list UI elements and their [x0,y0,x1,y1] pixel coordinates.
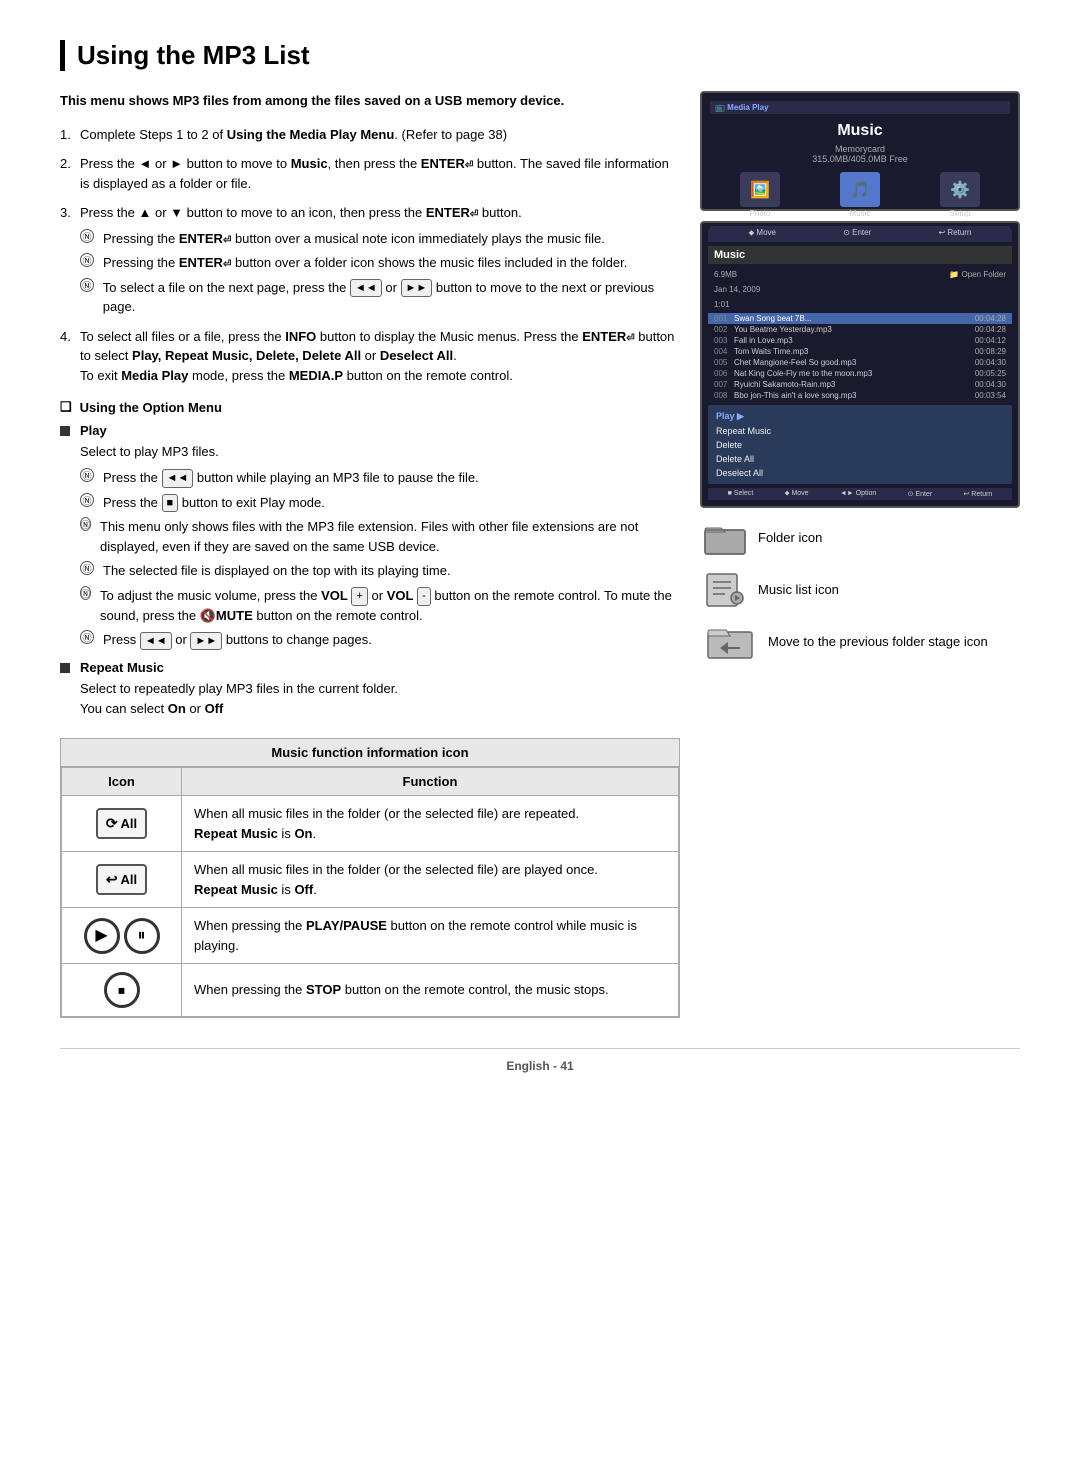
step3-note2: Ⓝ Pressing the ENTER⏎ button over a fold… [80,253,680,273]
tv-music-label: Music [850,209,871,218]
icon-cell-repeat-on: ⟳All [62,796,182,852]
ml-row-8: 008 Bbo jon-This ain't a love song.mp3 0… [708,390,1012,401]
tv-setup-icon-box: ⚙️ [940,172,980,207]
play-note1: Ⓝ Press the ◄◄ button while playing an M… [80,468,680,488]
tv-icons-row: 🖼️ Photo 🎵 Music ⚙️ Setup [710,172,1010,218]
icon-cell-stop: ⏹ [62,964,182,1017]
tv-setup-label: Setup [950,209,971,218]
intro-text: This menu shows MP3 files from among the… [60,91,680,111]
folder-legend-text: Folder icon [758,529,822,547]
prev-folder-icon-box [700,622,760,662]
ml-row-4: 004 Tom Waits Time.mp3 00:08:29 [708,346,1012,357]
ml-info: 6.9MB 📁 Open Folder [708,268,1012,281]
step-3: 3. Press the ▲ or ▼ button to move to an… [60,203,680,317]
step3-note1: Ⓝ Pressing the ENTER⏎ button over a musi… [80,229,680,249]
step3-note3: Ⓝ To select a file on the next page, pre… [80,278,680,317]
repeat-section: Repeat Music Select to repeatedly play M… [60,660,680,718]
tv-bar-top: 📺 Media Play [710,101,1010,114]
step-2: 2. Press the ◄ or ► button to move to Mu… [60,154,680,193]
table-row: ▶ ⏸ When pressing the PLAY/PAUSE button … [62,908,679,964]
function-cell-stop: When pressing the STOP button on the rem… [182,964,679,1017]
tv-sub-info: Memorycard315.0MB/405.0MB Free [710,144,1010,164]
ml-bottom-bar: ■ Select⬥ Move◄► Option⊙ Enter↩ Return [708,488,1012,500]
repeat-off-badge: ↩ All [96,864,147,895]
col-function: Function [182,768,679,796]
table-row: ↩ All When all music files in the folder… [62,852,679,908]
legend-prev-folder: Move to the previous folder stage icon [700,622,1020,662]
option-menu-title: ❑ Using the Option Menu [60,399,680,415]
tv-music-item: 🎵 Music [840,172,880,218]
ml-row-6: 006 Nat King Cole-Fly me to the moon.mp3… [708,368,1012,379]
play-note5: Ⓝ To adjust the music volume, press the … [80,586,680,625]
page-title: Using the MP3 List [60,40,1020,71]
note-circle-icon: Ⓝ [80,253,94,267]
icon-cell-play-pause: ▶ ⏸ [62,908,182,964]
tv-music-icon-box: 🎵 [840,172,880,207]
step-1: 1. Complete Steps 1 to 2 of Using the Me… [60,125,680,145]
ml-row-7: 007 Ryuichi Sakamoto-Rain.mp3 00:04:30 [708,379,1012,390]
play-title: Play [60,423,680,438]
steps-list: 1. Complete Steps 1 to 2 of Using the Me… [60,125,680,386]
legend-music-list: Music list icon [700,570,1020,610]
play-icon: ▶ [84,918,120,954]
bullet-icon2 [60,663,70,673]
play-section: Play Select to play MP3 files. Ⓝ Press t… [60,423,680,650]
note-circle-icon: Ⓝ [80,229,94,243]
ml-time: 1:01 [708,298,1012,311]
ml-header: Music [708,246,1012,264]
info-table-section: Music function information icon Icon Fun… [60,738,680,1018]
ml-row-2: 002 You Beatme Yesterday.mp3 00:04:28 [708,324,1012,335]
page-footer: English - 41 [60,1048,1020,1073]
pause-icon: ⏸ [124,918,160,954]
music-list-icon-box [700,570,750,610]
function-cell-play-pause: When pressing the PLAY/PAUSE button on t… [182,908,679,964]
function-cell-repeat-on: When all music files in the folder (or t… [182,796,679,852]
ml-row-1: 001 Swan Song beat 7B... 00:04:28 [708,313,1012,324]
tv-nav-bar: ⬥ Move⊙ Enter↩ Return [710,226,1010,240]
prev-folder-legend-text: Move to the previous folder stage icon [768,633,988,651]
play-note6: Ⓝ Press ◄◄ or ►► buttons to change pages… [80,630,680,650]
tv-screen-music-main: 📺 Media Play Music Memorycard315.0MB/405… [700,91,1020,211]
tv-screen-music-list: 📺 Media Play ◄◄ 1/1 Page ►► 00:00:00 Mus… [700,221,1020,508]
icon-legend: Folder icon Music list icon [700,518,1020,662]
folder-icon-box [700,518,750,558]
play-pause-icons: ▶ ⏸ [74,918,169,954]
right-column: 📺 Media Play Music Memorycard315.0MB/405… [700,91,1020,1018]
tv-photo-icon-box: 🖼️ [740,172,780,207]
repeat-extra: You can select On or Off [80,699,680,719]
play-note3: Ⓝ This menu only shows files with the MP… [80,517,680,556]
bullet-icon [60,426,70,436]
folder-icon-svg [703,520,747,556]
tv-logo: 📺 Media Play [715,103,769,112]
play-note4: Ⓝ The selected file is displayed on the … [80,561,680,581]
note-circle-icon: Ⓝ [80,278,94,292]
col-icon: Icon [62,768,182,796]
icon-cell-repeat-off: ↩ All [62,852,182,908]
tv-photo-item: 🖼️ Photo [740,172,780,218]
tv-photo-label: Photo [750,209,771,218]
tv-setup-item: ⚙️ Setup [940,172,980,218]
repeat-on-badge: ⟳All [96,808,147,839]
option-menu-section: ❑ Using the Option Menu Play Select to p… [60,399,680,718]
stop-icon: ⏹ [104,972,140,1008]
step-4: 4. To select all files or a file, press … [60,327,680,386]
repeat-desc: Select to repeatedly play MP3 files in t… [80,679,680,699]
repeat-title: Repeat Music [60,660,680,675]
play-note2: Ⓝ Press the ■ button to exit Play mode. [80,493,680,513]
prev-folder-icon-svg [704,622,756,662]
function-cell-repeat-off: When all music files in the folder (or t… [182,852,679,908]
ml-date: Jan 14, 2009 [708,283,1012,296]
ml-side-menu: Play ▶ Repeat Music Delete Delete All De… [708,405,1012,484]
legend-folder: Folder icon [700,518,1020,558]
table-row: ⟳All When all music files in the folder … [62,796,679,852]
table-row: ⏹ When pressing the STOP button on the r… [62,964,679,1017]
tv-music-title: Music [710,122,1010,140]
ml-row-3: 003 Fall in Love.mp3 00:04:12 [708,335,1012,346]
ml-row-5: 005 Chet Mangione-Feel So good.mp3 00:04… [708,357,1012,368]
info-table: Icon Function ⟳All When all music files … [61,767,679,1017]
music-list-icon-svg [703,572,747,608]
info-table-header: Music function information icon [61,739,679,767]
play-desc: Select to play MP3 files. [80,442,680,462]
music-list-legend-text: Music list icon [758,581,839,599]
